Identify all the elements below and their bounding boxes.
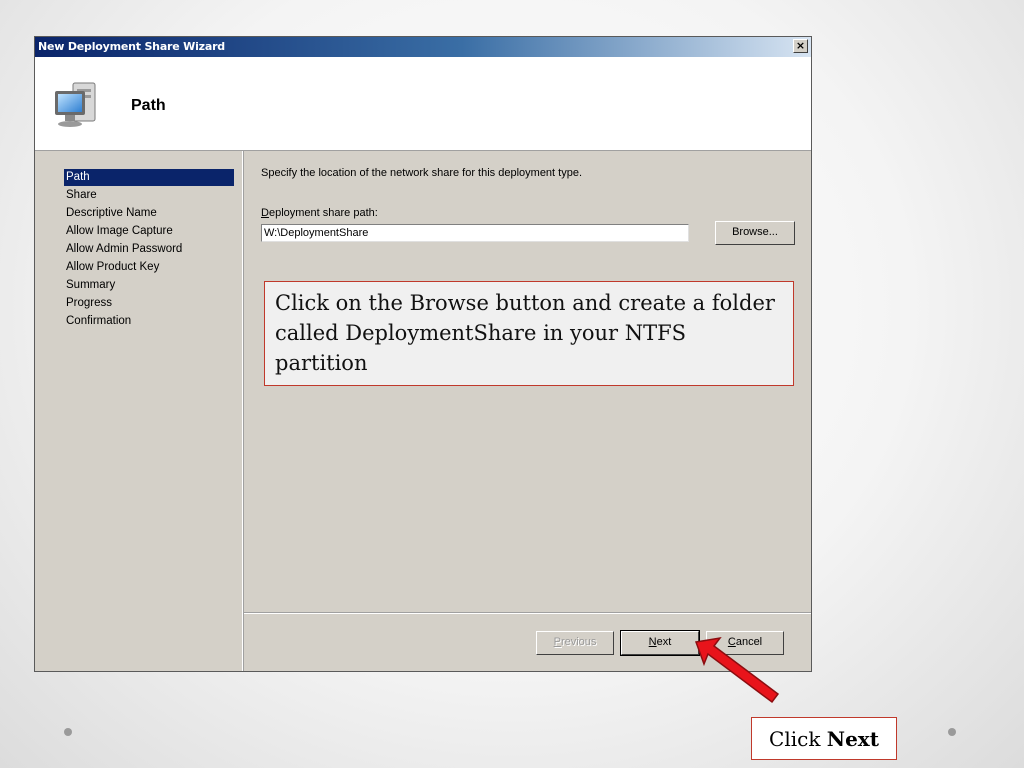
red-arrow-icon xyxy=(694,636,780,704)
next-button[interactable]: Next xyxy=(620,630,700,656)
instruction-text: Specify the location of the network shar… xyxy=(261,167,583,179)
slide-bullet-dot-right xyxy=(948,728,956,736)
instruction-callout: Click on the Browse button and create a … xyxy=(264,281,794,386)
slide-bullet-dot-left xyxy=(64,728,72,736)
click-next-label: Click Next xyxy=(751,717,897,760)
step-item-progress[interactable]: Progress xyxy=(64,295,234,312)
browse-button[interactable]: Browse... xyxy=(715,221,795,245)
wizard-steps-nav: Path Share Descriptive Name Allow Image … xyxy=(35,151,243,671)
step-item-summary[interactable]: Summary xyxy=(64,277,234,294)
page-title: Path xyxy=(131,97,166,114)
step-item-allow-product-key[interactable]: Allow Product Key xyxy=(64,259,234,276)
window-title: New Deployment Share Wizard xyxy=(38,40,225,53)
title-bar[interactable]: New Deployment Share Wizard × xyxy=(35,37,811,57)
previous-button[interactable]: Previous xyxy=(536,631,614,655)
deployment-share-path-input[interactable]: W:\DeploymentShare xyxy=(261,224,689,242)
step-item-descriptive-name[interactable]: Descriptive Name xyxy=(64,205,234,222)
path-label: Deployment share path: xyxy=(261,207,378,219)
step-item-allow-admin-password[interactable]: Allow Admin Password xyxy=(64,241,234,258)
click-next-prefix: Click xyxy=(769,727,827,751)
close-button[interactable]: × xyxy=(793,39,808,53)
step-item-path[interactable]: Path xyxy=(64,169,234,186)
close-icon: × xyxy=(795,39,806,52)
computer-icon xyxy=(55,82,96,127)
wizard-header: Path xyxy=(35,57,811,151)
step-item-share[interactable]: Share xyxy=(64,187,234,204)
step-item-allow-image-capture[interactable]: Allow Image Capture xyxy=(64,223,234,240)
click-next-bold: Next xyxy=(826,727,879,751)
step-item-confirmation[interactable]: Confirmation xyxy=(64,313,234,330)
footer-divider xyxy=(244,612,811,614)
